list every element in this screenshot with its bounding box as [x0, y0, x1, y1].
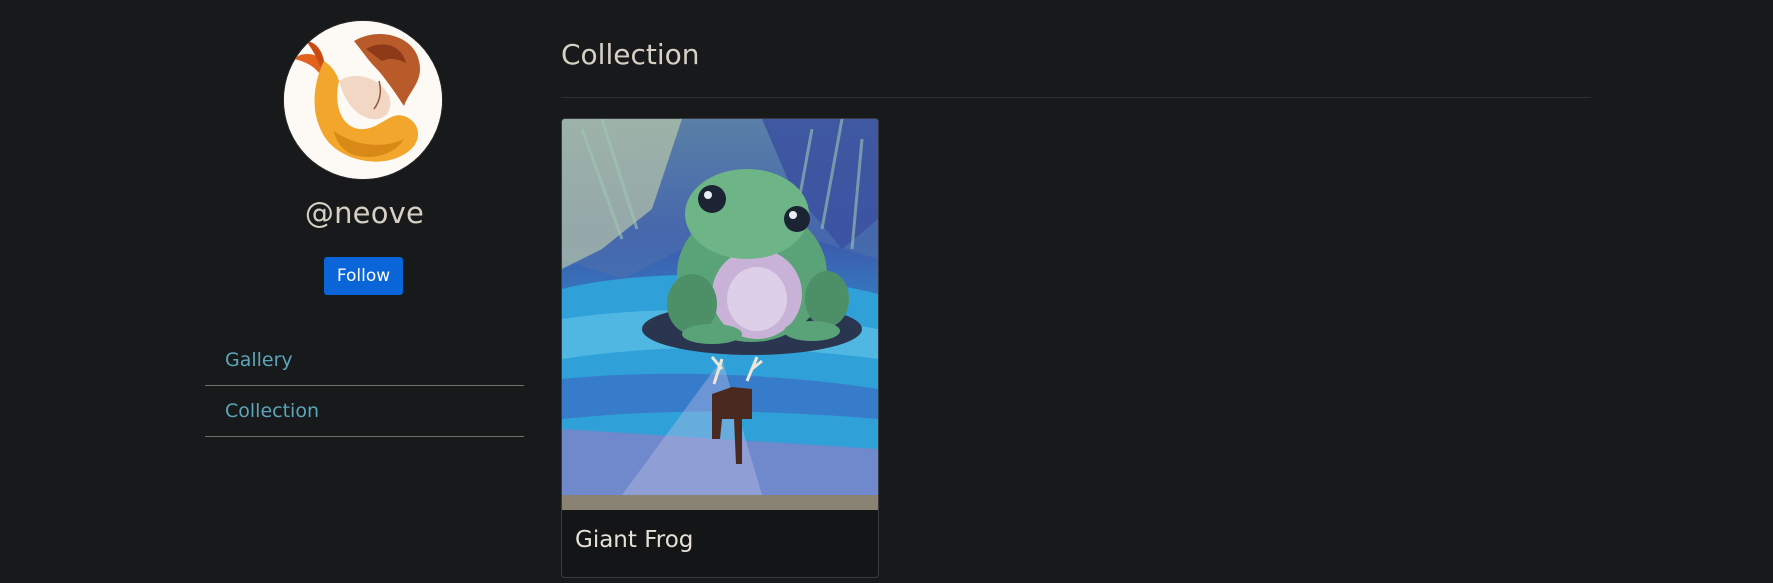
page-title: Collection — [561, 38, 700, 71]
page: @neove Follow Gallery Collection Collect… — [0, 0, 1773, 583]
nav-item-gallery[interactable]: Gallery — [205, 335, 524, 386]
follow-button[interactable]: Follow — [324, 257, 403, 295]
avatar[interactable] — [284, 21, 442, 179]
profile-nav: Gallery Collection — [205, 335, 524, 437]
frog-painting-image — [562, 119, 878, 495]
artwork-thumbnail[interactable] — [562, 119, 878, 495]
artwork-thumbnail-border — [562, 495, 878, 510]
mermaid-avatar-image — [284, 21, 442, 179]
profile-username: @neove — [304, 196, 425, 230]
title-divider — [561, 97, 1591, 98]
artwork-title[interactable]: Giant Frog — [575, 527, 693, 553]
artwork-card[interactable]: Giant Frog — [561, 118, 879, 578]
nav-item-collection[interactable]: Collection — [205, 386, 524, 437]
